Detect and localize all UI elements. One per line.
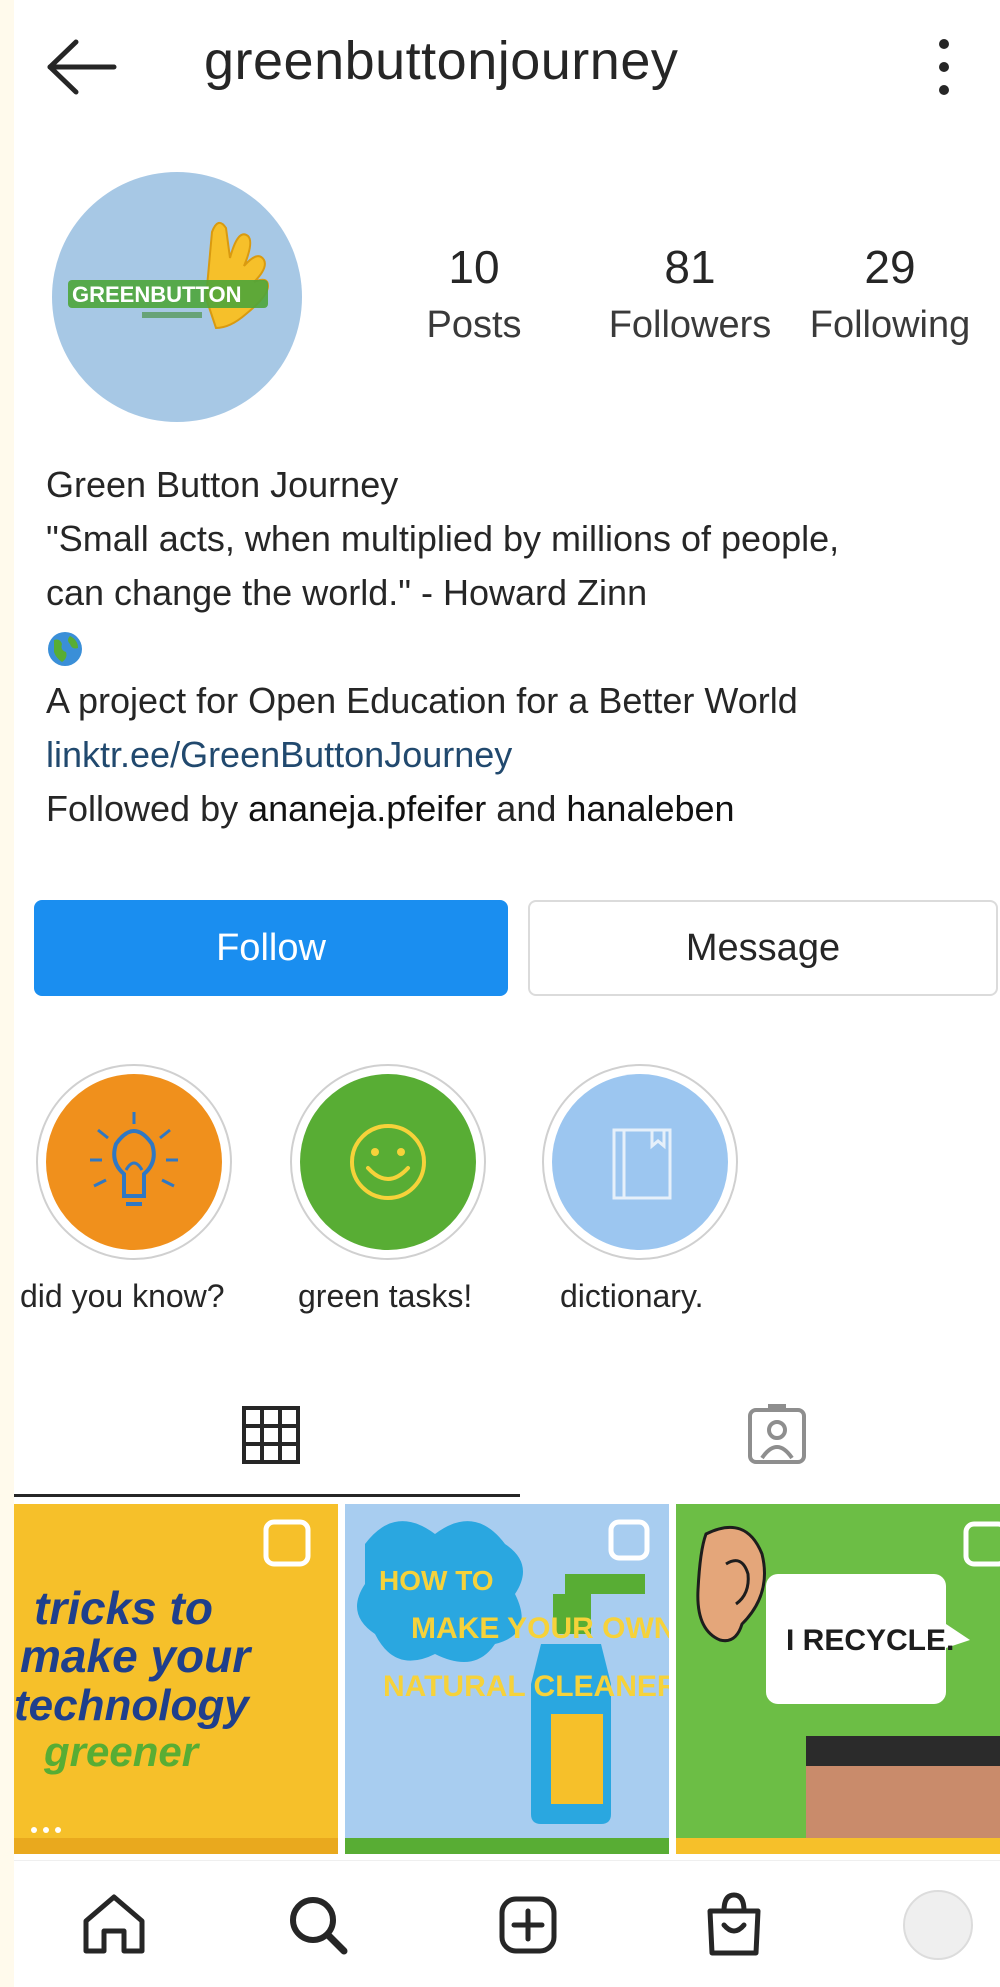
bio-description: A project for Open Education for a Bette… [46,680,798,721]
tagged-person-icon[interactable] [742,1400,812,1470]
highlight-dictionary[interactable] [542,1064,742,1274]
profile-bio: Green Button Journey "Small acts, when m… [46,458,986,836]
grid-icon[interactable] [236,1400,306,1470]
post-1-line-4: greener [43,1728,201,1775]
post-tile-3[interactable]: I RECYCLE. [676,1504,1000,1854]
highlight-label-did-you-know: did you know? [20,1278,225,1314]
posts-label: Posts [426,304,522,346]
more-options-icon[interactable] [924,32,964,102]
ear-icon [696,1525,766,1643]
highlight-cover [46,1074,222,1250]
shop-bag-icon[interactable] [694,1885,774,1965]
post-2-line-2: MAKE YOUR OWN [411,1612,669,1645]
post-2-line-1: HOW TO [379,1565,494,1596]
post-1-line-3: technology [14,1681,251,1730]
followed-by-user-1[interactable]: ananeja.pfeifer [248,788,486,829]
followed-by-user-2[interactable]: hanaleben [566,788,734,829]
active-tab-indicator [14,1494,520,1497]
posts-count[interactable]: 10 Posts [374,240,574,347]
highlight-ring [290,1064,486,1260]
followers-label: Followers [608,304,772,346]
follow-button[interactable]: Follow [34,900,508,996]
post-3-line-1: I RECYCLE. [786,1624,954,1657]
profile-screen: greenbuttonjourney GREENBUTTON 10 Posts … [14,0,1000,1987]
post-2-line-3: NATURAL CLEANERS [383,1670,669,1703]
followed-by[interactable]: Followed by ananeja.pfeifer and hanalebe… [46,782,986,836]
highlight-green-tasks[interactable] [290,1064,490,1274]
bio-link[interactable]: linktr.ee/GreenButtonJourney [46,728,986,782]
highlight-label-dictionary: dictionary. [560,1278,704,1314]
followers-value: 81 [664,241,716,293]
post-tile-1[interactable]: tricks to make your technology greener [14,1504,338,1854]
hand-icon [204,221,270,330]
globe-icon [48,632,82,666]
post-tile-2[interactable]: HOW TO MAKE YOUR OWN NATURAL CLEANERS [345,1504,669,1854]
profile-display-name: Green Button Journey [46,464,399,505]
home-icon[interactable] [74,1885,154,1965]
book-icon [612,1128,672,1200]
bottom-navigation [14,1860,1000,1987]
green-button-logo: GREENBUTTON [68,221,270,330]
following-value: 29 [864,241,916,293]
profile-avatar[interactable]: GREENBUTTON [52,172,302,422]
top-bar: greenbuttonjourney [14,0,1000,130]
highlight-cover [300,1074,476,1250]
profile-avatar-icon[interactable] [898,1885,978,1965]
following-label: Following [809,304,971,346]
profile-stats: 10 Posts 81 Followers 29 Following [394,240,994,360]
posts-grid: tricks to make your technology greener H… [14,1504,1000,1854]
post-2-artwork: HOW TO MAKE YOUR OWN NATURAL CLEANERS [345,1519,669,1854]
followed-by-prefix: Followed by [46,788,249,829]
back-arrow-icon[interactable] [42,32,122,102]
highlight-did-you-know[interactable] [36,1064,236,1274]
highlight-label-green-tasks: green tasks! [298,1278,473,1314]
logo-text: GREENBUTTON [72,282,242,307]
highlight-ring [36,1064,232,1260]
multi-post-icon [263,1519,311,1567]
followers-count[interactable]: 81 Followers [590,240,790,347]
posts-value: 10 [448,241,500,293]
add-post-icon[interactable] [488,1885,568,1965]
bio-quote-line-1: "Small acts, when multiplied by millions… [46,518,840,559]
multi-post-icon [963,1521,1000,1567]
smiley-icon [350,1124,426,1200]
highlight-cover [552,1074,728,1250]
followed-by-and: and [486,788,567,829]
search-icon[interactable] [278,1885,358,1965]
post-1-line-2: make your [20,1630,252,1682]
bio-quote-line-2: can change the world." - Howard Zinn [46,572,648,613]
post-1-line-1: tricks to [34,1582,213,1634]
post-1-artwork: tricks to make your technology greener [14,1519,338,1854]
bio-emoji-line [46,620,986,674]
profile-username-title: greenbuttonjourney [204,31,679,91]
post-3-artwork: I RECYCLE. [676,1521,1000,1854]
following-count[interactable]: 29 Following [790,240,990,347]
lightbulb-icon [90,1112,178,1206]
highlight-ring [542,1064,738,1260]
multi-post-icon [608,1519,650,1561]
message-button[interactable]: Message [528,900,998,996]
